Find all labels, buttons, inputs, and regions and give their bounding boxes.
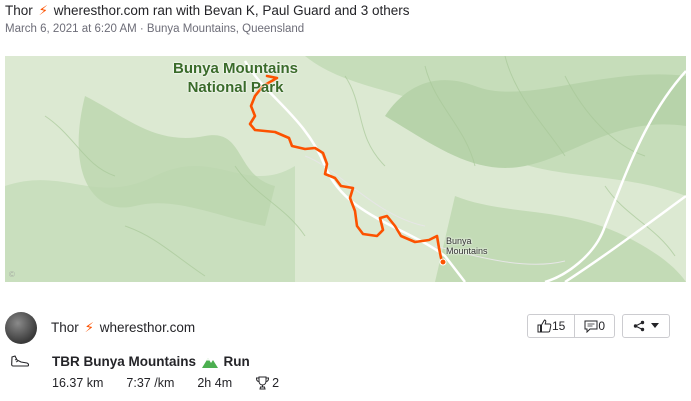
share-icon xyxy=(633,320,645,332)
avatar[interactable] xyxy=(5,312,37,344)
town-label-line1: Bunya xyxy=(446,236,472,246)
athlete-first-name: Thor xyxy=(51,320,79,335)
activity-actions: 15 0 xyxy=(527,314,671,338)
activity-date-location: March 6, 2021 at 6:20 AM · Bunya Mountai… xyxy=(5,23,305,35)
kudos-count: 15 xyxy=(552,319,566,333)
athlete-handle: wheresthor.com xyxy=(99,320,196,335)
comment-count: 0 xyxy=(598,319,606,333)
activity-stats: 16.37 km 7:37 /km 2h 4m 2 xyxy=(52,376,325,390)
park-label: Bunya Mountains National Park xyxy=(173,59,298,97)
thumbs-up-icon xyxy=(537,319,552,333)
athlete-row: Thor ⚡ wheresthor.com xyxy=(5,312,195,344)
town-label: Bunya Mountains xyxy=(446,236,488,256)
achievement-count: 2 xyxy=(272,376,280,390)
map-terrain xyxy=(5,56,686,282)
park-label-line1: Bunya Mountains xyxy=(173,60,299,77)
run-shoe-icon xyxy=(11,355,30,367)
lightning-bolt-icon: ⚡ xyxy=(38,3,49,18)
header-title: Thor ⚡ wheresthor.com ran with Bevan K, … xyxy=(5,2,685,19)
map-copyright-icon: © xyxy=(9,270,15,279)
comment-icon xyxy=(584,320,598,333)
activity-type: Run xyxy=(223,354,250,369)
town-label-line2: Mountains xyxy=(446,246,488,256)
trophy-icon xyxy=(256,376,270,390)
route-map[interactable]: Bunya Mountains National Park Bunya Moun… xyxy=(5,56,686,282)
comment-button[interactable]: 0 xyxy=(574,315,614,337)
social-buttons: 15 0 xyxy=(527,314,616,338)
stat-time: 2h 4m xyxy=(197,376,233,390)
athlete-name[interactable]: Thor ⚡ wheresthor.com xyxy=(51,320,195,336)
header-athlete-name[interactable]: Thor xyxy=(5,3,33,18)
park-label-line2: National Park xyxy=(187,79,284,96)
share-button[interactable] xyxy=(622,314,671,338)
stat-pace: 7:37 /km xyxy=(126,376,175,390)
stat-achievements[interactable]: 2 xyxy=(255,376,302,390)
mountain-icon xyxy=(201,355,218,371)
header-group-text: wheresthor.com ran with Bevan K, Paul Gu… xyxy=(53,3,410,18)
activity-header: Thor ⚡ wheresthor.com ran with Bevan K, … xyxy=(5,2,685,35)
kudos-button[interactable]: 15 xyxy=(528,315,574,337)
activity-name: TBR Bunya Mountains xyxy=(52,354,196,369)
stat-distance: 16.37 km xyxy=(52,376,104,390)
chevron-down-icon xyxy=(651,323,660,328)
activity-title[interactable]: TBR Bunya Mountains Run xyxy=(52,354,250,371)
lightning-bolt-icon: ⚡ xyxy=(84,320,95,335)
